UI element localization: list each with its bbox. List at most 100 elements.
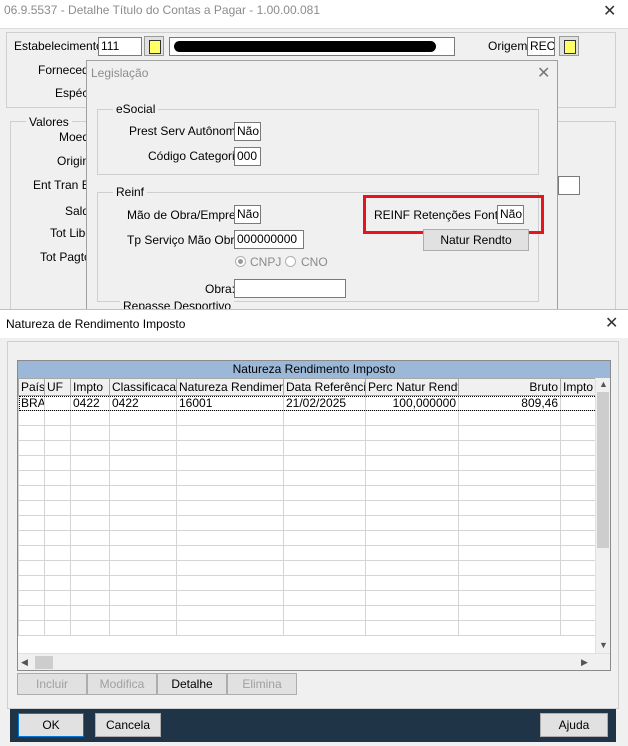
cell-empty xyxy=(283,575,366,591)
table-row-empty[interactable] xyxy=(18,605,610,621)
col-data-referencia[interactable]: Data Referência xyxy=(283,378,366,396)
col-bruto[interactable]: Bruto xyxy=(458,378,561,396)
valores-group-title: Valores xyxy=(26,115,72,129)
cell-empty xyxy=(18,515,45,531)
col-uf[interactable]: UF xyxy=(44,378,71,396)
scroll-up-icon[interactable]: ▲ xyxy=(599,379,608,389)
cell-empty xyxy=(70,590,110,606)
col-classificacao[interactable]: Classificacao xyxy=(109,378,177,396)
table-row-empty[interactable] xyxy=(18,440,610,456)
cell-empty xyxy=(109,560,177,576)
cell-empty xyxy=(458,575,561,591)
table-row-empty[interactable] xyxy=(18,470,610,486)
reinf-retencoes-field[interactable]: Não xyxy=(497,205,524,224)
vertical-scrollbar[interactable]: ▲ ▼ xyxy=(595,378,610,653)
cell-empty xyxy=(44,500,71,516)
table-row-empty[interactable] xyxy=(18,545,610,561)
scroll-down-icon[interactable]: ▼ xyxy=(599,640,608,650)
table-row-empty[interactable] xyxy=(18,590,610,606)
table-row-empty[interactable] xyxy=(18,485,610,501)
legislacao-close-icon[interactable]: ✕ xyxy=(537,66,550,82)
scroll-thumb[interactable] xyxy=(597,392,609,548)
ok-button[interactable]: OK xyxy=(18,713,84,737)
cell-empty xyxy=(283,470,366,486)
reinf-retencoes-label: REINF Retenções Fonte: xyxy=(374,208,509,222)
mao-obra-field[interactable]: Não xyxy=(234,205,261,224)
prest-serv-field[interactable]: Não xyxy=(234,122,261,141)
cell-empty xyxy=(365,590,459,606)
cell-empty xyxy=(283,500,366,516)
col-perc-natur-rendto[interactable]: Perc Natur Rendto xyxy=(365,378,459,396)
esocial-group xyxy=(97,109,539,175)
legislacao-title: Legislação xyxy=(91,66,149,80)
col-impto[interactable]: Impto xyxy=(70,378,110,396)
natureza-dialog: Natureza de Rendimento Imposto ✕ Naturez… xyxy=(0,309,628,746)
cell-empty xyxy=(365,485,459,501)
detalhe-button[interactable]: Detalhe xyxy=(157,673,227,695)
table-row-empty[interactable] xyxy=(18,560,610,576)
cell-uf xyxy=(44,395,71,411)
table-row-empty[interactable] xyxy=(18,425,610,441)
obra-label: Obra: xyxy=(205,282,236,296)
cell-empty xyxy=(18,620,45,636)
cell-empty xyxy=(70,620,110,636)
redaction-bar xyxy=(174,41,436,52)
main-window-close-icon[interactable]: ✕ xyxy=(603,4,616,20)
horizontal-scrollbar[interactable]: ◀ ▶ xyxy=(18,653,610,670)
prest-serv-label: Prest Serv Autônomo: xyxy=(129,124,246,138)
cnpj-radio[interactable] xyxy=(235,256,246,267)
cell-empty xyxy=(176,455,284,471)
right-value-field xyxy=(558,176,580,195)
cell-empty xyxy=(283,410,366,426)
table-row-empty[interactable] xyxy=(18,410,610,426)
modifica-button[interactable]: Modifica xyxy=(87,673,157,695)
table-row-empty[interactable] xyxy=(18,620,610,636)
col-natureza-rendimento[interactable]: Natureza Rendimento xyxy=(176,378,284,396)
elimina-button[interactable]: Elimina xyxy=(227,673,297,695)
cell-empty xyxy=(458,560,561,576)
origem-lookup-icon[interactable] xyxy=(559,36,579,56)
col-pais[interactable]: País xyxy=(18,378,45,396)
natureza-body: Natureza Rendimento Imposto País UF Impt… xyxy=(0,338,628,746)
table-row-empty[interactable] xyxy=(18,515,610,531)
right-group xyxy=(557,121,616,311)
cell-empty xyxy=(458,530,561,546)
cell-empty xyxy=(365,545,459,561)
estabelecimento-field[interactable]: 111 xyxy=(98,37,142,56)
cell-classificacao: 0422 xyxy=(109,395,177,411)
tp-servico-field[interactable]: 000000000 xyxy=(234,230,304,249)
cell-empty xyxy=(109,545,177,561)
table-row-empty[interactable] xyxy=(18,575,610,591)
cancela-button[interactable]: Cancela xyxy=(95,713,161,737)
scroll-left-icon[interactable]: ◀ xyxy=(21,657,28,668)
cell-empty xyxy=(283,605,366,621)
estabelecimento-lookup-icon[interactable] xyxy=(144,36,164,56)
cell-empty xyxy=(18,545,45,561)
table-header-row: País UF Impto Classificacao Natureza Ren… xyxy=(18,378,610,396)
estabelecimento-label: Estabelecimento: xyxy=(14,39,107,53)
cell-empty xyxy=(176,425,284,441)
table-row-empty[interactable] xyxy=(18,530,610,546)
scroll-right-icon[interactable]: ▶ xyxy=(581,657,588,668)
natureza-close-icon[interactable]: ✕ xyxy=(605,316,618,332)
cell-empty xyxy=(458,440,561,456)
cell-empty xyxy=(176,530,284,546)
cell-empty xyxy=(44,485,71,501)
cell-empty xyxy=(458,455,561,471)
cno-radio[interactable] xyxy=(285,256,296,267)
incluir-button[interactable]: Incluir xyxy=(17,673,87,695)
cell-pais: BRA xyxy=(18,395,45,411)
origem-label: Origem: xyxy=(488,39,531,53)
cell-empty xyxy=(176,575,284,591)
cell-empty xyxy=(70,560,110,576)
mao-obra-label: Mão de Obra/Empreit: xyxy=(127,208,246,222)
table-row[interactable]: BRA 0422 0422 16001 21/02/2025 100,00000… xyxy=(18,395,610,411)
ajuda-button[interactable]: Ajuda xyxy=(540,713,608,737)
codigo-categoria-field[interactable]: 000 xyxy=(234,147,261,166)
natur-rendto-button[interactable]: Natur Rendto xyxy=(423,229,529,251)
table-row-empty[interactable] xyxy=(18,455,610,471)
obra-field[interactable] xyxy=(234,279,346,298)
table-row-empty[interactable] xyxy=(18,500,610,516)
origem-field[interactable]: REC xyxy=(527,37,555,56)
scroll-h-thumb[interactable] xyxy=(35,656,53,669)
